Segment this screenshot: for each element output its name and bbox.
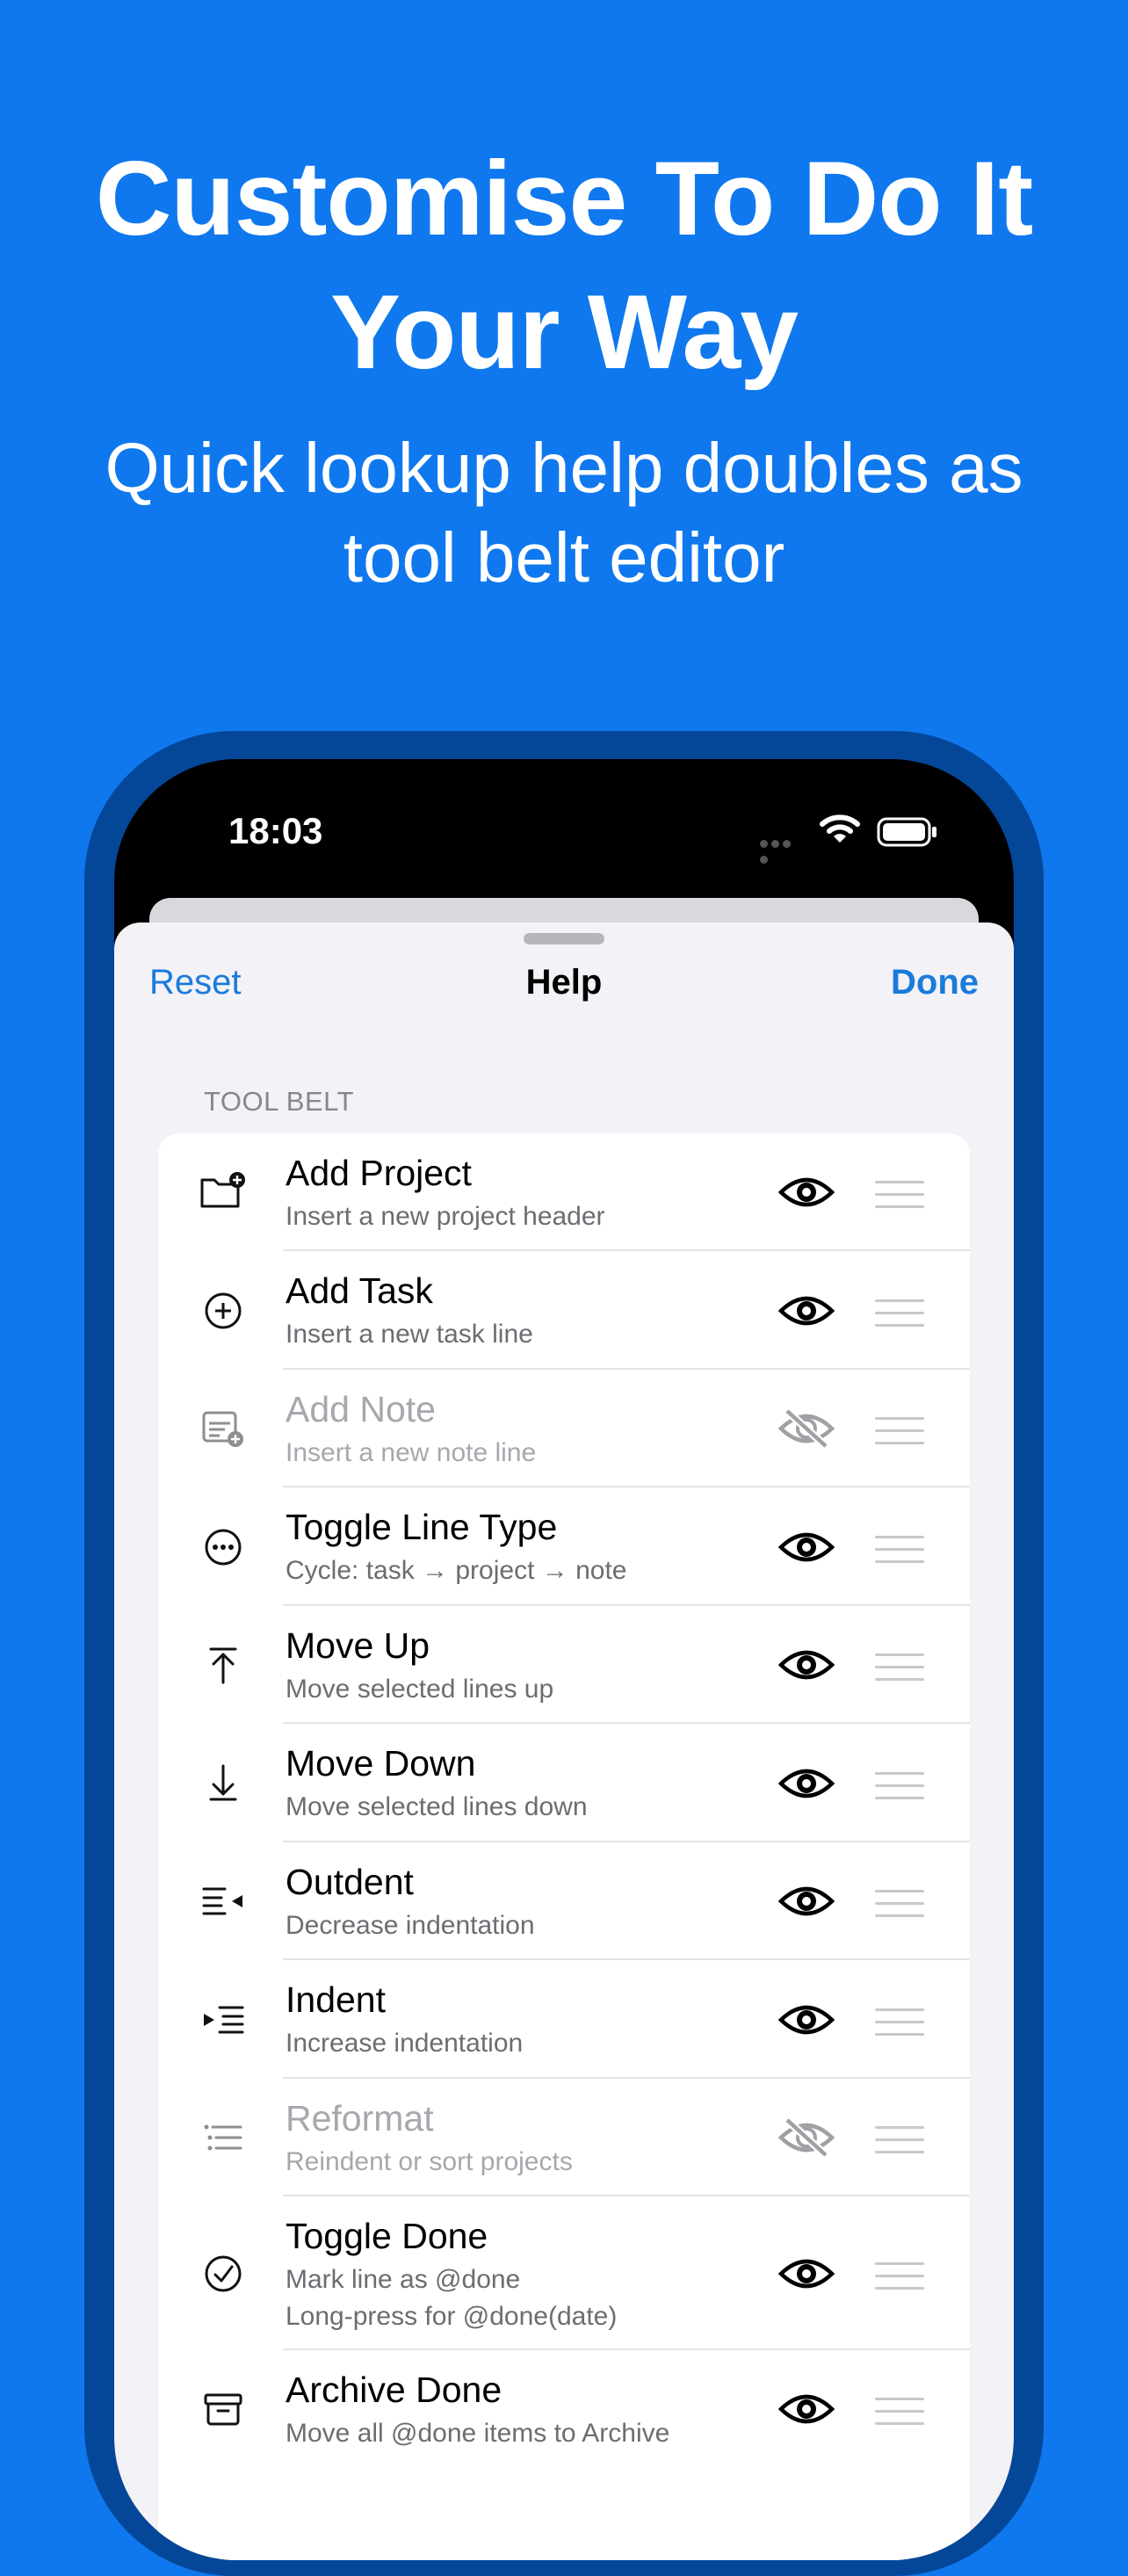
drag-handle[interactable] xyxy=(875,2126,924,2154)
row-title: Reformat xyxy=(286,2098,434,2138)
drag-handle[interactable] xyxy=(875,2398,924,2426)
row-subtitle: Move selected lines up xyxy=(286,1675,554,1704)
arrow-up-to-line-icon xyxy=(209,1647,237,1684)
status-time: 18:03 xyxy=(228,810,323,851)
list-icon xyxy=(204,2124,242,2151)
eye-icon[interactable] xyxy=(778,1882,835,1921)
drag-handle[interactable] xyxy=(875,1890,924,1918)
done-button[interactable]: Done xyxy=(891,963,979,1002)
row-title: Toggle Done xyxy=(286,2216,488,2256)
hero-subtitle-line-2: tool belt editor xyxy=(343,518,785,597)
folder-plus-icon xyxy=(200,1172,245,1208)
drag-handle[interactable] xyxy=(875,2008,924,2037)
drag-handle[interactable] xyxy=(875,1772,924,1800)
drag-handle[interactable] xyxy=(875,1299,924,1328)
drag-handle[interactable] xyxy=(875,1181,924,1209)
row-subtitle: Insert a new task line xyxy=(286,1320,533,1349)
drag-handle[interactable] xyxy=(875,2262,924,2290)
drag-handle[interactable] xyxy=(875,1417,924,1445)
eye-icon[interactable] xyxy=(778,2001,835,2039)
eye-icon[interactable] xyxy=(778,1528,835,1567)
row-title: Move Down xyxy=(286,1743,476,1784)
plus-circle-icon xyxy=(205,1292,242,1329)
row-title: Add Task xyxy=(286,1270,433,1311)
list-item-indent[interactable]: Indent Increase indentation xyxy=(158,1960,970,2079)
drag-handle[interactable] xyxy=(875,1536,924,1564)
eye-slash-icon[interactable] xyxy=(778,1409,835,1448)
list-item-add-project[interactable]: Add Project Insert a new project header xyxy=(158,1133,970,1251)
list-item-archive-done[interactable]: Archive Done Move all @done items to Arc… xyxy=(158,2350,970,2468)
row-subtitle: Mark line as @done Long-press for @done(… xyxy=(286,2265,618,2331)
row-title: Add Project xyxy=(286,1153,472,1193)
eye-icon[interactable] xyxy=(778,1764,835,1803)
eye-icon[interactable] xyxy=(778,1646,835,1684)
eye-icon[interactable] xyxy=(778,1292,835,1330)
outdent-icon xyxy=(202,1887,242,1915)
indent-icon xyxy=(204,2006,244,2034)
row-subtitle: Cycle: task → project → note xyxy=(286,1556,627,1585)
hero-subtitle-line-1: Quick lookup help doubles as xyxy=(105,429,1023,507)
row-subtitle: Reindent or sort projects xyxy=(286,2147,573,2176)
sheet-title: Help xyxy=(525,963,603,1002)
row-title: Archive Done xyxy=(286,2370,503,2410)
checkmark-circle-icon xyxy=(205,2255,242,2292)
note-plus-icon xyxy=(202,1411,243,1447)
arrow-down-to-line-icon xyxy=(209,1764,237,1801)
hero-subtitle: Quick lookup help doubles as tool belt e… xyxy=(0,423,1128,603)
status-dots-icon xyxy=(760,836,804,864)
ellipsis-circle-icon xyxy=(205,1529,242,1566)
help-sheet: Reset Help Done TOOL BELT Add Project In… xyxy=(114,923,1014,2560)
archive-box-icon xyxy=(204,2393,242,2426)
tool-belt-list: Add Project Insert a new project header … xyxy=(158,1133,970,2560)
row-subtitle: Move selected lines down xyxy=(286,1792,588,1821)
list-item-toggle-line-type[interactable]: Toggle Line Type Cycle: task → project →… xyxy=(158,1487,970,1606)
row-title: Add Note xyxy=(286,1389,436,1429)
row-subtitle: Insert a new project header xyxy=(286,1202,605,1231)
row-title: Move Up xyxy=(286,1625,430,1666)
row-subtitle: Increase indentation xyxy=(286,2029,524,2058)
hero-title: Customise To Do It Your Way xyxy=(0,132,1128,399)
battery-icon xyxy=(877,817,936,847)
row-subtitle: Decrease indentation xyxy=(286,1911,535,1940)
phone-screen: 18:03 Reset Help Done TOOL BELT Add Proj… xyxy=(114,759,1014,2560)
row-subtitle: Move all @done items to Archive xyxy=(286,2419,670,2448)
drag-handle[interactable] xyxy=(875,1653,924,1682)
eye-icon[interactable] xyxy=(778,1173,835,1212)
wifi-icon xyxy=(820,814,860,843)
row-title: Toggle Line Type xyxy=(286,1507,558,1547)
list-item-move-up[interactable]: Move Up Move selected lines up xyxy=(158,1606,970,1724)
hero-title-line-2: Your Way xyxy=(329,273,799,391)
eye-icon[interactable] xyxy=(778,2254,835,2293)
list-item-add-note[interactable]: Add Note Insert a new note line xyxy=(158,1370,970,1487)
eye-icon[interactable] xyxy=(778,2390,835,2428)
row-subtitle: Insert a new note line xyxy=(286,1438,537,1467)
sheet-grabber[interactable] xyxy=(524,933,604,944)
section-header: TOOL BELT xyxy=(204,1086,355,1117)
list-item-move-down[interactable]: Move Down Move selected lines down xyxy=(158,1724,970,1842)
list-item-reformat[interactable]: Reformat Reindent or sort projects xyxy=(158,2079,970,2196)
eye-slash-icon[interactable] xyxy=(778,2118,835,2157)
row-title: Outdent xyxy=(286,1862,414,1902)
row-title: Indent xyxy=(286,1979,386,2020)
hero-title-line-1: Customise To Do It xyxy=(95,140,1033,257)
list-item-toggle-done[interactable]: Toggle Done Mark line as @done Long-pres… xyxy=(158,2196,970,2350)
list-item-add-task[interactable]: Add Task Insert a new task line xyxy=(158,1251,970,1370)
list-item-outdent[interactable]: Outdent Decrease indentation xyxy=(158,1842,970,1960)
